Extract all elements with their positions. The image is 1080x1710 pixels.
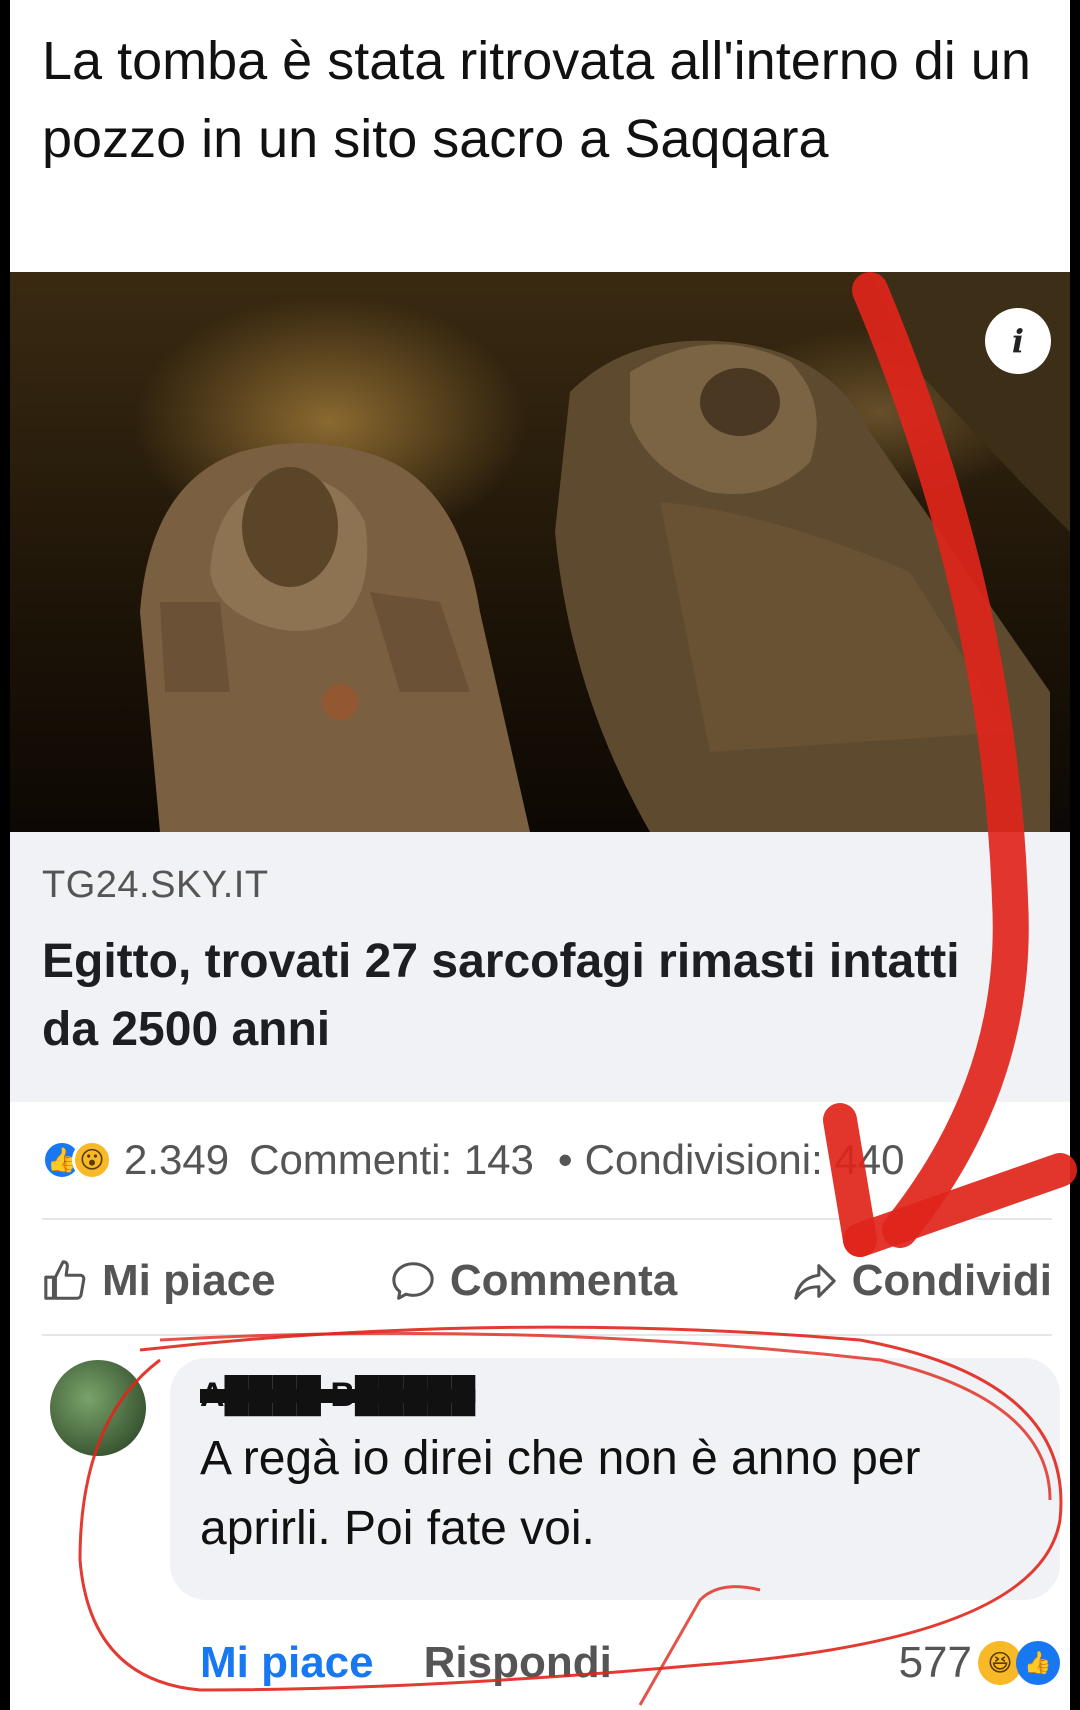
shares-count[interactable]: Condivisioni: 440 xyxy=(585,1136,905,1184)
like-button[interactable]: Mi piace xyxy=(42,1256,276,1306)
divider xyxy=(42,1218,1052,1220)
like-label: Mi piace xyxy=(102,1256,276,1305)
share-icon xyxy=(793,1264,836,1300)
reactions-count[interactable]: 2.349 xyxy=(124,1136,229,1184)
share-button[interactable]: Condividi xyxy=(792,1256,1052,1306)
comment-like-button[interactable]: Mi piace xyxy=(200,1638,374,1688)
comment-icon xyxy=(392,1262,434,1300)
facebook-post: La tomba è stata ritrovata all'interno d… xyxy=(10,0,1070,1710)
comment-reply-button[interactable]: Rispondi xyxy=(424,1638,612,1688)
comment-action-bar: Mi piace Rispondi 577 😆 👍 xyxy=(200,1630,1060,1696)
comment-label: Commenta xyxy=(449,1256,678,1305)
post-stats: 👍 😮 2.349 Commenti: 143 • Condivisioni: … xyxy=(42,1130,1052,1190)
comments-count[interactable]: Commenti: 143 xyxy=(249,1136,534,1184)
link-domain: TG24.SKY.IT xyxy=(42,864,269,906)
info-icon[interactable]: i xyxy=(985,308,1051,374)
comment-reactions[interactable]: 577 😆 👍 xyxy=(899,1638,1060,1688)
like-icon: 👍 xyxy=(1016,1641,1060,1685)
post-action-bar: Mi piace Commenta Condividi xyxy=(42,1246,1052,1316)
stats-separator: • xyxy=(557,1136,573,1183)
post-text: La tomba è stata ritrovata all'interno d… xyxy=(42,31,1031,169)
comment-text: A regà io direi che non è anno per aprir… xyxy=(200,1432,921,1555)
comment-button[interactable]: Commenta xyxy=(390,1256,677,1306)
sarcophagi-illustration xyxy=(140,272,1070,832)
share-label: Condividi xyxy=(851,1256,1052,1305)
comment-bubble: A████ B█████ A regà io direi che non è a… xyxy=(170,1358,1060,1600)
divider xyxy=(42,1334,1052,1336)
link-headline: Egitto, trovati 27 sarcofagi rimasti int… xyxy=(42,935,960,1056)
article-image[interactable] xyxy=(10,272,1070,832)
wow-reaction-icon: 😮 xyxy=(72,1140,112,1180)
thumbs-up-icon xyxy=(44,1260,86,1300)
link-preview[interactable]: TG24.SKY.IT Egitto, trovati 27 sarcofagi… xyxy=(10,832,1070,1102)
comment-reaction-count: 577 xyxy=(898,1638,972,1687)
comment-author[interactable]: A████ B█████ xyxy=(200,1376,500,1420)
avatar[interactable] xyxy=(50,1360,146,1456)
